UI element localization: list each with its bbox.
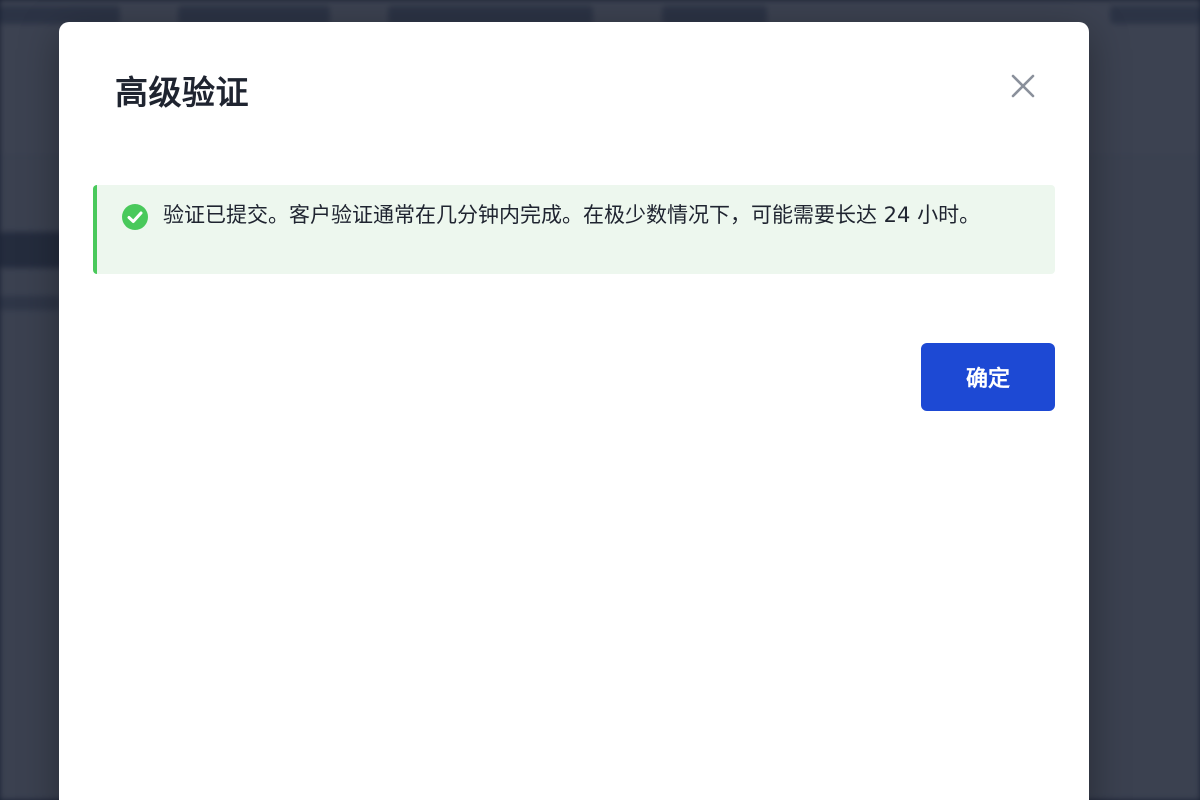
- close-button[interactable]: [1003, 66, 1043, 106]
- advanced-verification-modal: 高级验证 验证已提交。客户验证通常在几分钟内完成。在极少数情况下，可能需要长达 …: [59, 22, 1089, 800]
- success-alert: 验证已提交。客户验证通常在几分钟内完成。在极少数情况下，可能需要长达 24 小时…: [93, 185, 1055, 274]
- modal-title: 高级验证: [115, 73, 249, 112]
- confirm-button[interactable]: 确定: [921, 343, 1055, 411]
- close-icon: [1011, 74, 1035, 98]
- check-circle-icon: [122, 204, 148, 230]
- alert-message: 验证已提交。客户验证通常在几分钟内完成。在极少数情况下，可能需要长达 24 小时…: [163, 203, 981, 227]
